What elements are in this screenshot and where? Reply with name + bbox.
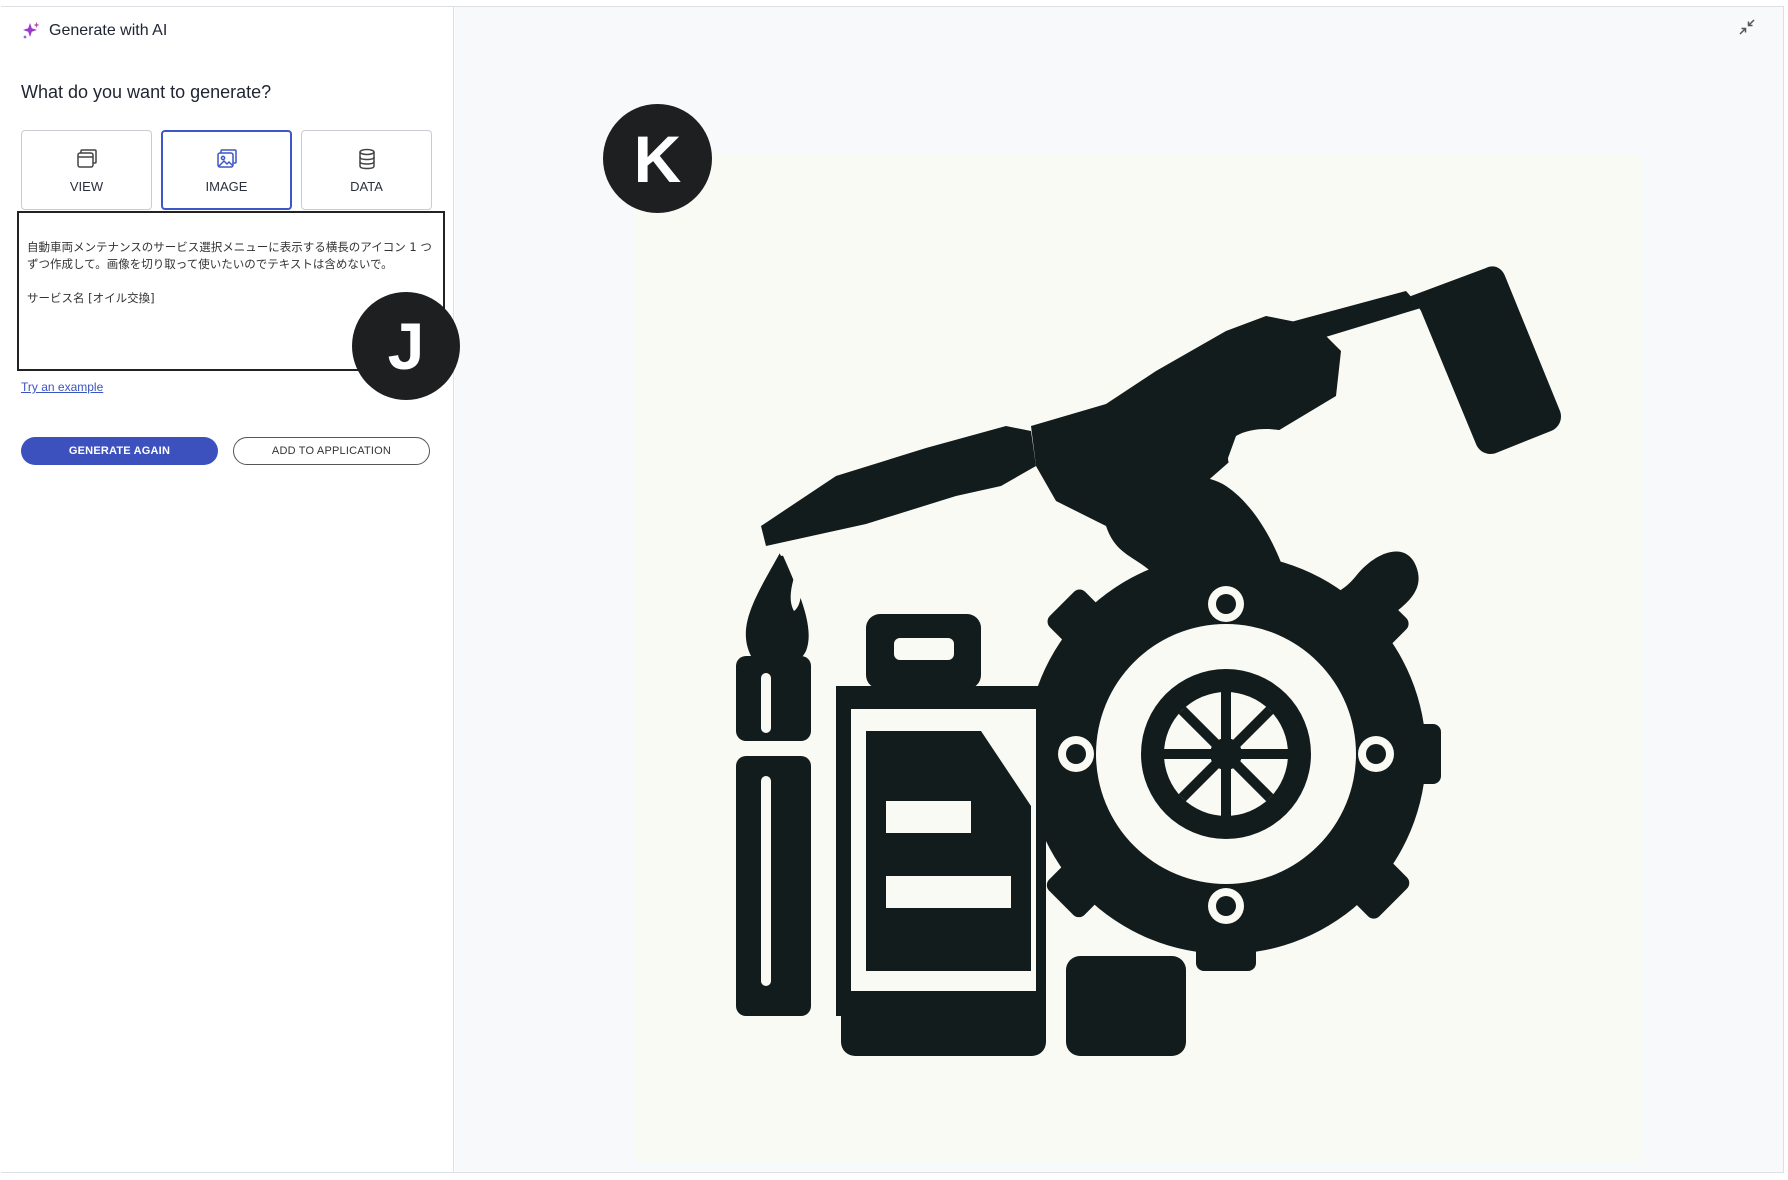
oil-change-icon xyxy=(736,266,1561,1056)
type-data-button[interactable]: DATA xyxy=(301,130,432,210)
image-icon xyxy=(216,148,237,168)
add-to-application-button[interactable]: ADD TO APPLICATION xyxy=(233,437,430,465)
generate-again-button[interactable]: GENERATE AGAIN xyxy=(21,437,218,465)
type-view-button[interactable]: VIEW xyxy=(21,130,152,210)
database-icon xyxy=(358,148,375,169)
generated-image xyxy=(636,156,1642,1162)
collapse-icon[interactable] xyxy=(1738,18,1756,41)
type-image-button[interactable]: IMAGE xyxy=(161,130,292,210)
view-window-icon xyxy=(76,148,97,168)
try-example-link[interactable]: Try an example xyxy=(21,380,103,394)
panel-header: Generate with AI xyxy=(21,21,167,41)
type-image-label: IMAGE xyxy=(205,178,248,194)
generate-question: What do you want to generate? xyxy=(21,82,272,102)
type-selector: VIEW IMAGE DATA xyxy=(21,130,432,210)
type-view-label: VIEW xyxy=(69,178,104,194)
marker-j: J xyxy=(352,292,460,400)
marker-k: K xyxy=(603,104,712,213)
sparkle-icon xyxy=(23,22,40,39)
type-data-label: DATA xyxy=(350,178,383,194)
panel-title: Generate with AI xyxy=(49,22,168,39)
